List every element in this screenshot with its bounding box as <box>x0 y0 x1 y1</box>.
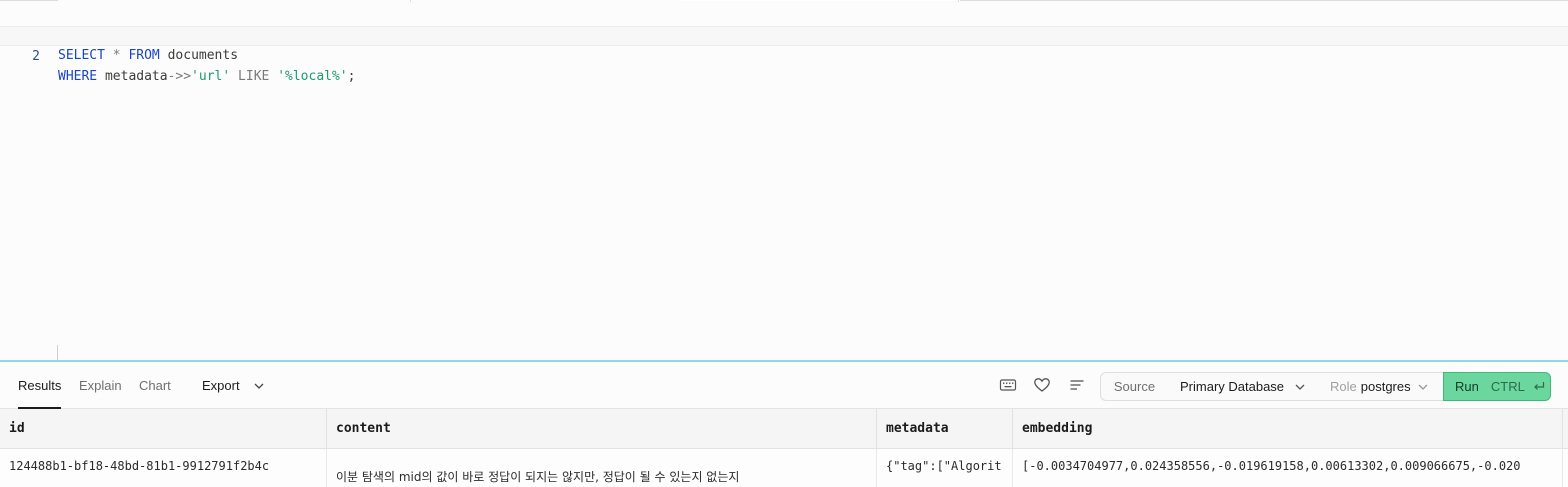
format-lines-icon[interactable] <box>1068 376 1086 394</box>
line-number: 2 <box>32 49 40 64</box>
chevron-down-icon <box>1418 384 1428 390</box>
code-token-op: ->> <box>167 69 192 84</box>
chevron-down-icon <box>254 383 264 389</box>
run-label: Run <box>1455 379 1479 394</box>
code-token-plain: ; <box>347 69 356 84</box>
chevron-down-icon <box>1295 384 1305 390</box>
export-button[interactable]: Export <box>202 362 264 409</box>
heart-icon[interactable] <box>1033 376 1051 394</box>
source-selector[interactable]: Source <box>1100 372 1169 401</box>
code-token-kw: SELECT <box>58 48 105 63</box>
results-toolbar: Results Explain Chart Export Source Prim… <box>0 362 1568 409</box>
table-row[interactable]: 124488b1-bf18-48bd-81b1-9912791f2b4c 이분 … <box>0 449 1568 487</box>
results-grid: id content metadata embedding 124488b1-b… <box>0 409 1568 487</box>
cell-embedding-text: [-0.0034704977,0.024358556,-0.019619158,… <box>1022 459 1521 473</box>
column-header-content[interactable]: content <box>327 409 877 449</box>
code-text[interactable]: WHERE metadata->>'url' LIKE '%local%'; <box>58 67 355 87</box>
cell-overflow <box>1563 449 1568 487</box>
export-label: Export <box>202 378 240 393</box>
code-token-kw: WHERE <box>58 69 98 84</box>
editor-gutter-edge <box>57 345 58 360</box>
code-token-plain: metadata <box>97 69 168 84</box>
column-header-embedding[interactable]: embedding <box>1013 409 1563 449</box>
cell-id-text: 124488b1-bf18-48bd-81b1-9912791f2b4c <box>9 459 270 473</box>
cell-metadata[interactable]: {"tag":["Algorit <box>877 449 1013 487</box>
code-token-plain: documents <box>159 48 239 63</box>
cell-embedding[interactable]: [-0.0034704977,0.024358556,-0.019619158,… <box>1013 449 1563 487</box>
cell-content-text: 이분 탐색의 mid의 값이 바로 정답이 되지는 않지만, 정답이 될 수 있… <box>336 470 740 484</box>
column-header-id[interactable]: id <box>0 409 327 449</box>
editor-top-border <box>0 0 1568 2</box>
role-selector[interactable]: Role postgres <box>1319 372 1444 401</box>
tab-chart[interactable]: Chart <box>139 362 171 409</box>
code-line-2[interactable]: 2 WHERE metadata->>'url' LIKE '%local%'; <box>0 26 1568 84</box>
tab-explain[interactable]: Explain <box>79 362 122 409</box>
role-value: postgres <box>1360 379 1411 394</box>
cell-content[interactable]: 이분 탐색의 mid의 값이 바로 정답이 되지는 않지만, 정답이 될 수 있… <box>327 449 877 487</box>
enter-key-icon <box>1534 382 1545 390</box>
database-value: Primary Database <box>1180 379 1285 394</box>
run-shortcut: CTRL <box>1490 379 1525 394</box>
sql-editor[interactable]: 1 SELECT * FROM documents 2 WHERE metada… <box>0 0 1568 360</box>
column-header-overflow <box>1563 409 1568 449</box>
keyboard-icon[interactable] <box>999 376 1017 394</box>
column-header-metadata[interactable]: metadata <box>877 409 1013 449</box>
role-label: Role <box>1330 379 1357 394</box>
tab-results[interactable]: Results <box>18 362 62 409</box>
code-token-str: 'url' <box>191 69 231 84</box>
code-token-op: LIKE <box>238 69 270 84</box>
cell-id[interactable]: 124488b1-bf18-48bd-81b1-9912791f2b4c <box>0 449 327 487</box>
database-selector[interactable]: Primary Database <box>1168 372 1320 401</box>
code-text[interactable]: SELECT * FROM documents <box>58 46 238 66</box>
code-token-kw: FROM <box>128 48 160 63</box>
grid-header: id content metadata embedding <box>0 409 1568 449</box>
code-token-op: * <box>112 48 121 63</box>
sql-editor-app: 1 SELECT * FROM documents 2 WHERE metada… <box>0 0 1568 487</box>
code-token-str: '%local%' <box>277 69 348 84</box>
cell-metadata-text: {"tag":["Algorit <box>886 459 1002 473</box>
code-line-1[interactable]: 1 SELECT * FROM documents <box>0 6 1568 63</box>
run-button[interactable]: Run CTRL <box>1443 372 1551 401</box>
